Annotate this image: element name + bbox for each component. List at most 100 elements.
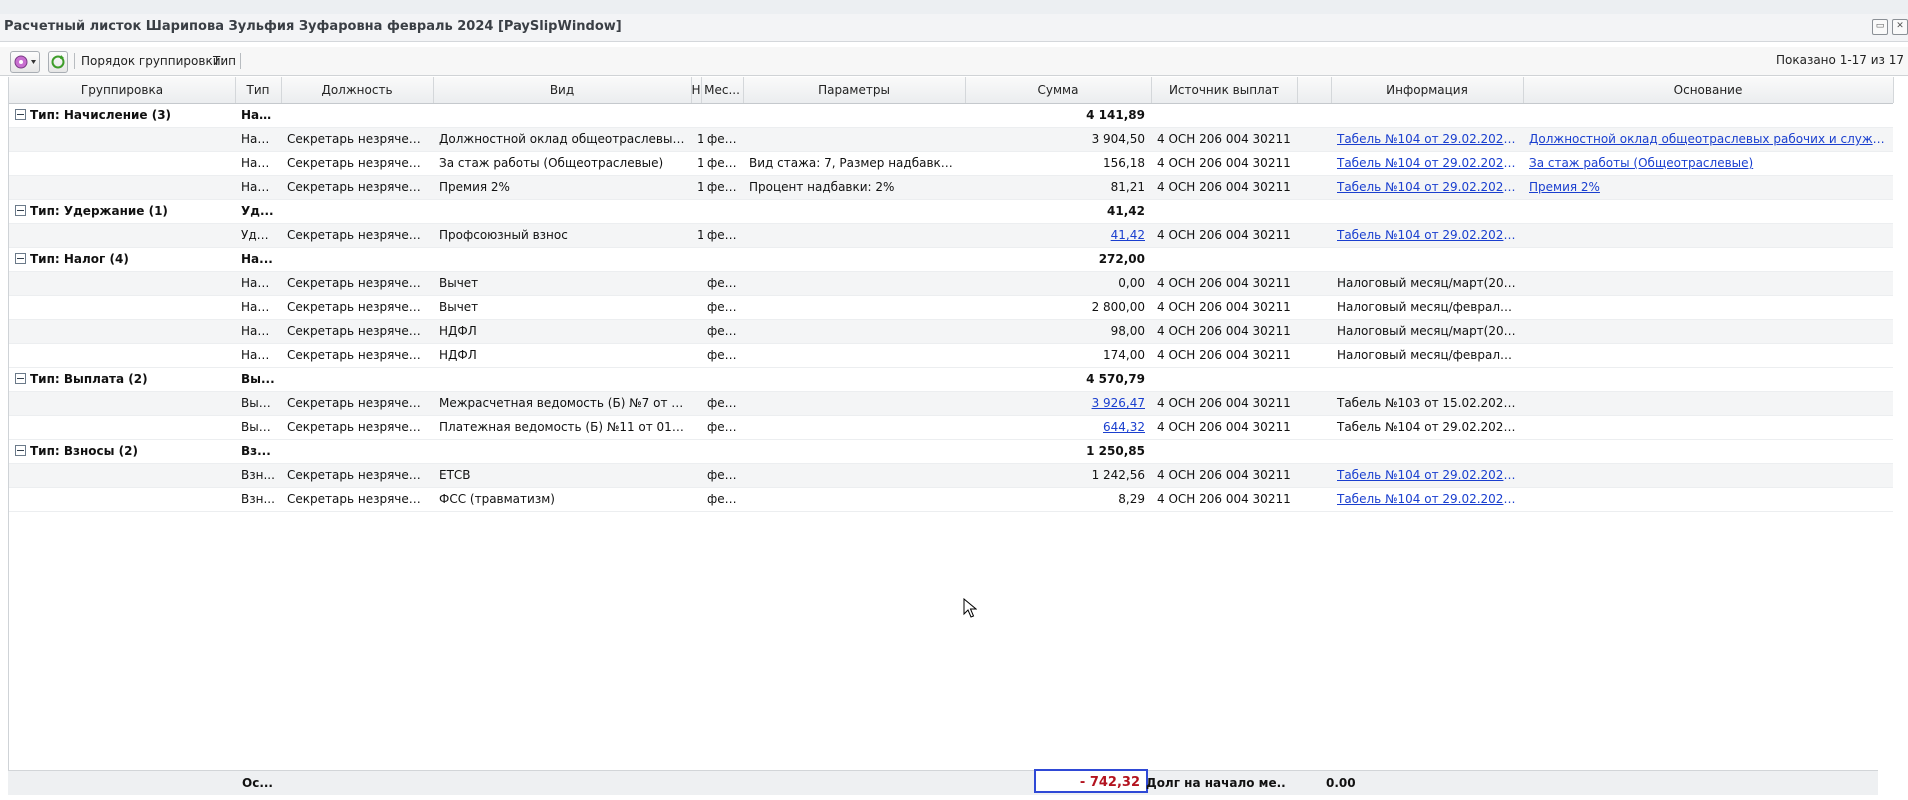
group-row[interactable]: Тип: Выплата (2) Вы... 4 570,79 (9, 368, 1893, 392)
settings-menu-button[interactable] (10, 51, 40, 73)
table-row[interactable]: Вып... Секретарь незрячего ... Платежная в… (9, 416, 1893, 440)
collapse-toggle-icon[interactable] (15, 205, 26, 216)
close-icon[interactable]: ✕ (1892, 19, 1908, 35)
cell-kind: НДФЛ (439, 348, 477, 362)
group-label[interactable]: Тип: Удержание (1) (9, 200, 235, 223)
group-type: Нач... (241, 108, 281, 122)
group-row[interactable]: Тип: Налог (4) На... 272,00 (9, 248, 1893, 272)
group-label[interactable]: Тип: Выплата (2) (9, 368, 235, 391)
header-col-params[interactable]: Параметры (743, 77, 966, 103)
header-col-sum[interactable]: Сумма (965, 77, 1152, 103)
cell-basis (1523, 224, 1893, 247)
cell-params: Процент надбавки: 2% (749, 180, 895, 194)
cell-basis[interactable]: За стаж работы (Общеотраслевые) (1523, 152, 1893, 175)
header-col-month[interactable]: Мес... (701, 77, 744, 103)
group-label-text: Тип: Налог (4) (30, 252, 129, 266)
header-col-blank[interactable] (1297, 77, 1332, 103)
grid-footer-summary: Ос... - 742,32 Долг на начало ме... 0.00 (8, 769, 1878, 795)
table-row[interactable]: Уде... Секретарь незрячего ... Профсоюзный… (9, 224, 1893, 248)
cell-sum: 156,18 (1103, 156, 1145, 170)
group-type: На... (241, 252, 273, 266)
group-label[interactable]: Тип: Начисление (3) (9, 104, 235, 127)
cell-kind: Должностной оклад общеотраслевых ра... (439, 132, 691, 146)
group-label[interactable]: Тип: Взносы (2) (9, 440, 235, 463)
cell-info[interactable]: Табель №104 от 29.02.2024 (... (1331, 464, 1523, 487)
cell-params (743, 128, 965, 151)
window-titlebar: Расчетный листок Шарипова Зульфия Зуфаро… (0, 14, 1908, 42)
table-row[interactable]: Нач... Секретарь незрячего ... Должностной… (9, 128, 1893, 152)
cell-type: Вып... (241, 396, 278, 410)
cell-sum[interactable]: 3 926,47 (965, 392, 1151, 415)
toolbar-separator (74, 53, 75, 69)
cell-info[interactable]: Табель №104 от 29.02.2024 (... (1331, 224, 1523, 247)
header-col-position[interactable]: Должность (281, 77, 434, 103)
collapse-toggle-icon[interactable] (15, 445, 26, 456)
table-row[interactable]: Налог Секретарь незрячего ... Вычет фев... 0… (9, 272, 1893, 296)
window-title: Расчетный листок Шарипова Зульфия Зуфаро… (4, 19, 622, 34)
header-col-grouping[interactable]: Группировка (9, 77, 236, 103)
cell-month: фев... (707, 468, 743, 482)
cell-kind: Профсоюзный взнос (439, 228, 568, 242)
cell-sum[interactable]: 41,42 (965, 224, 1151, 247)
cell-kind: Вычет (439, 276, 479, 290)
cell-position: Секретарь незрячего ... (287, 348, 433, 362)
group-sum: 4 141,89 (1086, 108, 1145, 122)
cell-info[interactable]: Табель №104 от 29.02.2024 (... (1331, 152, 1523, 175)
cell-params (743, 224, 965, 247)
table-row[interactable]: Взн... Секретарь незрячего ... ЕТСВ фев... 1… (9, 464, 1893, 488)
grouping-order-value[interactable]: Тип (213, 54, 236, 68)
cell-kind: ЕТСВ (439, 468, 471, 482)
cell-source: 4 ОСН 206 004 30211 (1157, 180, 1291, 194)
group-row[interactable]: Тип: Взносы (2) Вз... 1 250,85 (9, 440, 1893, 464)
cell-basis (1523, 320, 1893, 343)
cell-type: Налог (241, 300, 279, 314)
cell-basis[interactable]: Должностной оклад общеотраслевых рабочих… (1523, 128, 1893, 151)
table-row[interactable]: Налог Секретарь незрячего ... Вычет фев... 2… (9, 296, 1893, 320)
group-row[interactable]: Тип: Начисление (3) Нач... 4 141,89 (9, 104, 1893, 128)
cell-month: фев... (707, 300, 743, 314)
cell-type: Нач... (241, 180, 276, 194)
cell-params (743, 344, 965, 367)
header-col-basis[interactable]: Основание (1523, 77, 1894, 103)
table-row[interactable]: Налог Секретарь незрячего ... НДФЛ фев... 98… (9, 320, 1893, 344)
group-row[interactable]: Тип: Удержание (1) Уд... 41,42 (9, 200, 1893, 224)
cell-source: 4 ОСН 206 004 30211 (1157, 276, 1291, 290)
collapse-toggle-icon[interactable] (15, 109, 26, 120)
cell-type: Нач... (241, 156, 276, 170)
header-col-source[interactable]: Источник выплат (1151, 77, 1298, 103)
cell-params (743, 392, 965, 415)
table-row[interactable]: Нач...Секретарь незрячего ...Премия 2%1ф… (9, 176, 1893, 200)
group-type: Уд... (241, 204, 274, 218)
cell-kind: Премия 2% (439, 180, 510, 194)
cell-params (743, 296, 965, 319)
cell-info[interactable]: Табель №104 от 29.02.2024 (... (1331, 488, 1523, 511)
table-row[interactable]: Налог Секретарь незрячего ... НДФЛ фев... 17… (9, 344, 1893, 368)
group-label[interactable]: Тип: Налог (4) (9, 248, 235, 271)
header-col-type[interactable]: Тип (235, 77, 282, 103)
cell-source: 4 ОСН 206 004 30211 (1157, 132, 1291, 146)
collapse-toggle-icon[interactable] (15, 253, 26, 264)
cell-basis[interactable]: Премия 2% (1523, 176, 1893, 199)
cell-sum: 98,00 (1110, 324, 1145, 338)
table-row[interactable]: Вып... Секретарь незрячего ... Межрасчетна… (9, 392, 1893, 416)
refresh-button[interactable] (48, 51, 68, 73)
group-sum: 272,00 (1098, 252, 1145, 266)
cell-month: фев... (707, 492, 743, 506)
restore-icon[interactable]: ▭ (1872, 19, 1888, 35)
cell-info[interactable]: Табель №104 от 29.02.2024 (... (1331, 128, 1523, 151)
cell-params (743, 416, 965, 439)
cell-position: Секретарь незрячего ... (287, 396, 433, 410)
header-col-kind[interactable]: Вид (433, 77, 692, 103)
header-col-info[interactable]: Информация (1331, 77, 1524, 103)
table-row[interactable]: Нач... Секретарь незрячего ... За стаж раб… (9, 152, 1893, 176)
cell-type: Вып... (241, 420, 278, 434)
cell-info[interactable]: Табель №104 от 29.02.2024 (... (1331, 176, 1523, 199)
cell-sum[interactable]: 644,32 (965, 416, 1151, 439)
collapse-toggle-icon[interactable] (15, 373, 26, 384)
table-row[interactable]: Взн... Секретарь незрячего ... ФСС (травма… (9, 488, 1893, 512)
cell-position: Секретарь незрячего ... (287, 468, 433, 482)
grouping-order-label: Порядок группировки: (81, 54, 225, 68)
cell-month: фев... (707, 324, 743, 338)
cell-source: 4 ОСН 206 004 30211 (1157, 348, 1291, 362)
cell-type: Нач... (241, 132, 276, 146)
